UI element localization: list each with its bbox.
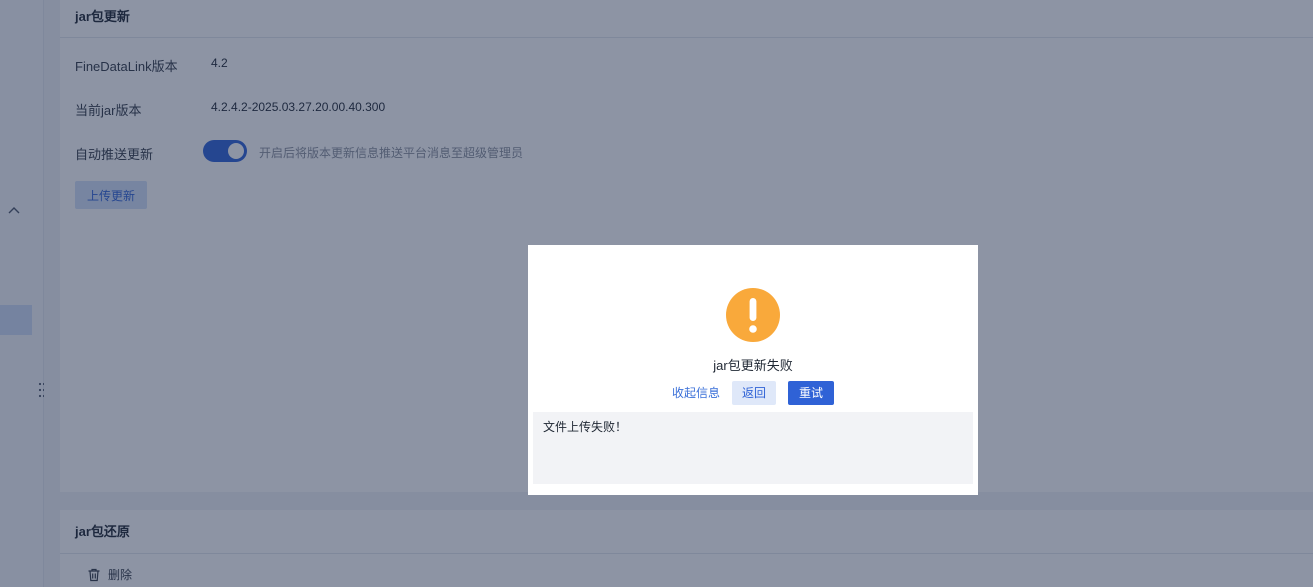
warning-icon — [726, 288, 780, 342]
collapse-info-link[interactable]: 收起信息 — [672, 381, 720, 405]
update-failed-dialog: jar包更新失败 收起信息 返回 重试 文件上传失败！ — [528, 245, 978, 495]
error-detail-box: 文件上传失败！ — [533, 412, 973, 484]
dialog-actions: 收起信息 返回 重试 — [528, 381, 978, 405]
error-detail-text: 文件上传失败！ — [543, 420, 628, 434]
back-button[interactable]: 返回 — [732, 381, 776, 405]
retry-button[interactable]: 重试 — [788, 381, 834, 405]
dialog-title: jar包更新失败 — [713, 358, 793, 373]
